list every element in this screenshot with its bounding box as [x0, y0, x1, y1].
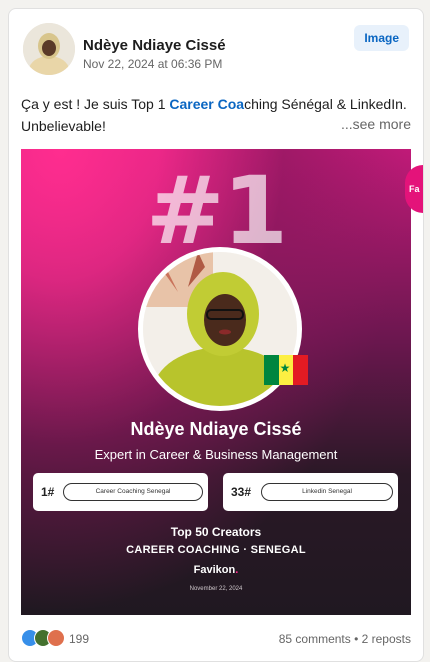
- brand-name: Favikon: [193, 564, 236, 576]
- rank-box-career-coaching: 1# Career Coaching Senegal: [33, 473, 208, 511]
- post-date: Nov 22, 2024 at 06:36 PM: [83, 57, 223, 71]
- rank-label: Linkedin Senegal: [261, 483, 393, 501]
- image-badge[interactable]: Image: [354, 25, 409, 51]
- rank-number: 33#: [231, 485, 252, 499]
- creator-title: Expert in Career & Business Management: [94, 447, 338, 462]
- reactions-count[interactable]: 199: [69, 632, 89, 646]
- brand-dot-icon: .: [235, 564, 239, 576]
- post-card: Ndèye Ndiaye Cissé Nov 22, 2024 at 06:36…: [8, 8, 424, 662]
- rank-box-linkedin: 33# Linkedin Senegal: [223, 473, 398, 511]
- creator-name: Ndèye Ndiaye Cissé: [130, 419, 302, 439]
- avatar-photo: [23, 23, 75, 75]
- comments-reposts[interactable]: 85 comments • 2 reposts: [279, 632, 411, 646]
- author-avatar[interactable]: [23, 23, 75, 75]
- next-card-peek[interactable]: Fa: [405, 165, 423, 213]
- flag-green-stripe: [264, 355, 279, 385]
- profile-photo: [138, 247, 302, 411]
- post-text-start: Ça y est ! Je suis Top 1: [21, 96, 170, 112]
- senegal-flag-icon: ★: [264, 355, 309, 385]
- rank-number: 1#: [41, 485, 55, 499]
- flag-star-icon: ★: [279, 361, 291, 375]
- rank-number-big: #1: [145, 157, 288, 266]
- author-name[interactable]: Ndèye Ndiaye Cissé: [83, 37, 226, 54]
- love-icon: [47, 629, 65, 647]
- post-text-highlight: Career Coa: [169, 96, 245, 112]
- flag-red-stripe: [293, 355, 309, 385]
- top-creators-heading: Top 50 Creators: [170, 525, 262, 539]
- post-image[interactable]: #1 ★ Ndèye Ndiaye Cissé Expert in Career…: [21, 149, 411, 615]
- rank-label: Career Coaching Senegal: [63, 483, 203, 501]
- favikon-logo: Favikon.: [21, 564, 411, 576]
- category-label: CAREER COACHING · SENEGAL: [126, 544, 306, 556]
- promo-date: November 22, 2024: [189, 586, 243, 592]
- see-more-link[interactable]: ...see more: [336, 116, 411, 132]
- flag-yellow-stripe: ★: [278, 355, 294, 385]
- reaction-icons[interactable]: [21, 629, 65, 647]
